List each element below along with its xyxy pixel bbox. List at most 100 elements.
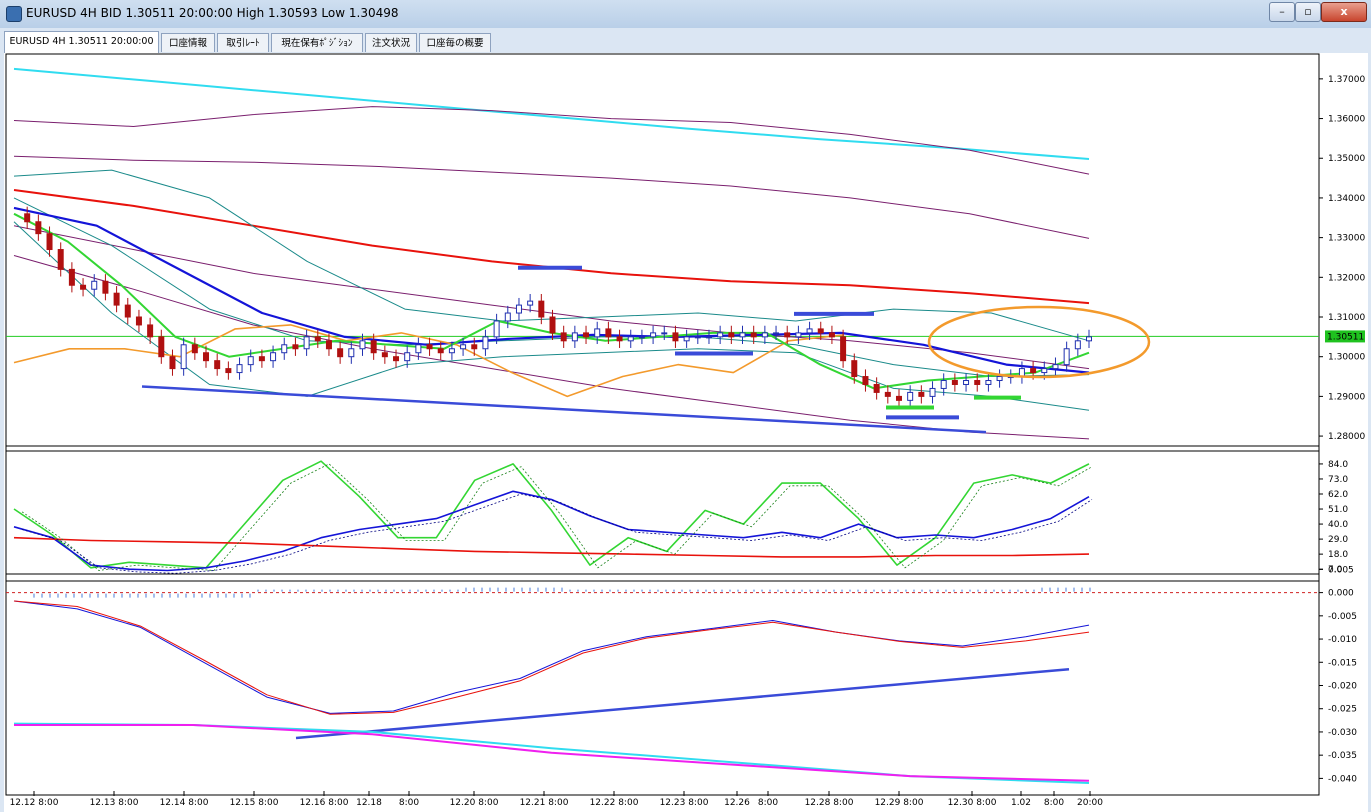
osc-tick-label: 29.0: [1328, 535, 1348, 545]
candle-body: [616, 336, 623, 342]
chart-area[interactable]: 1.37000 1.36000 1.35000 1.34000 1.33000 1.320…: [4, 53, 1368, 812]
macd-tick-label: -0.030: [1328, 728, 1357, 738]
price-tick-label: 1.34000: [1328, 194, 1365, 204]
app-icon: [6, 6, 22, 22]
candle-body: [1030, 368, 1037, 374]
close-icon[interactable]: x: [1321, 2, 1367, 22]
macd-series-macd_blue_trend: [295, 667, 1070, 740]
x-tick-label: 12.16 8:00: [300, 798, 349, 808]
tab-open-positions[interactable]: 現在保有ﾎﾟｼﾞｼｮﾝ: [271, 33, 363, 52]
price-series-purple_mid_lo: [13, 225, 1090, 370]
candle-body: [705, 336, 712, 339]
candle-body: [873, 383, 880, 393]
candle-body: [1052, 364, 1059, 370]
x-tick-label: 12.13 8:00: [90, 798, 139, 808]
price-series-red_ma: [13, 189, 1090, 305]
tab-account-info[interactable]: 口座情報: [161, 33, 215, 52]
price-tick-label: 1.37000: [1328, 75, 1365, 85]
candle-body: [292, 344, 299, 350]
candle-body: [393, 356, 400, 362]
candle-body: [180, 344, 187, 370]
macd-tick-label: -0.015: [1328, 658, 1357, 668]
candle-body: [527, 300, 534, 306]
candle-body: [147, 324, 154, 338]
price-tick-label: 1.31000: [1328, 313, 1365, 323]
price-series-purple_mid_hi: [13, 155, 1090, 239]
x-tick-label: 12.29 8:00: [875, 798, 924, 808]
minimize-icon[interactable]: –: [1269, 2, 1295, 22]
panel-frame-2: [5, 573, 1320, 796]
candle-body: [549, 316, 556, 334]
candle-body: [91, 280, 98, 290]
window-title: EURUSD 4H BID 1.30511 20:00:00 High 1.30…: [26, 6, 399, 20]
x-tick-label: 8:00: [1044, 798, 1064, 808]
candle-body: [638, 336, 645, 339]
candle-body: [68, 268, 75, 286]
candle-body: [750, 332, 757, 338]
x-tick-label: 12.18: [356, 798, 382, 808]
candle-body: [907, 391, 914, 401]
candle-body: [270, 352, 277, 362]
macd-tick-label: 0.000: [1328, 589, 1354, 599]
candle-body: [247, 356, 254, 366]
price-series-cyan_trend: [13, 67, 1090, 160]
x-tick-label: 20:00: [1077, 798, 1103, 808]
candle-body: [951, 380, 958, 385]
candle-body: [437, 348, 444, 354]
candle-body: [24, 213, 31, 223]
osc-tick-label: 73.0: [1328, 475, 1348, 485]
candle-body: [169, 356, 176, 370]
candle-body: [493, 320, 500, 338]
candle-body: [985, 380, 992, 385]
chart-svg[interactable]: 1.37000 1.36000 1.35000 1.34000 1.33000 1.320…: [4, 53, 1368, 812]
candle-body: [135, 316, 142, 326]
candle-body: [191, 344, 198, 354]
price-tick-label: 1.28000: [1328, 432, 1365, 442]
candle-body: [773, 332, 780, 335]
candle-body: [974, 380, 981, 385]
candle-body: [225, 368, 232, 374]
candle-body: [728, 332, 735, 338]
price-series-blue_trend_lo: [141, 385, 987, 434]
candle-body: [884, 391, 891, 397]
candle-body: [538, 300, 545, 318]
candle-body: [717, 332, 724, 338]
x-tick-label: 12.23 8:00: [660, 798, 709, 808]
window-titlebar: EURUSD 4H BID 1.30511 20:00:00 High 1.30…: [0, 0, 1371, 28]
candle-body: [158, 336, 165, 358]
x-tick-label: 12.21 8:00: [520, 798, 569, 808]
macd-tick-label: -0.040: [1328, 774, 1357, 784]
candle-body: [895, 395, 902, 401]
current-price-label: 1.30511: [1327, 332, 1364, 342]
macd-tick-label: 0.005: [1328, 565, 1354, 575]
candle-body: [381, 352, 388, 358]
candle-body: [415, 344, 422, 354]
price-series-teal_band_hi: [13, 169, 1090, 342]
tab-eurusd-chart[interactable]: EURUSD 4H 1.30511 20:00:00: [4, 31, 159, 53]
candle-body: [571, 332, 578, 342]
tab-order-status[interactable]: 注文状況: [365, 33, 417, 52]
candle-body: [314, 336, 321, 342]
x-tick-label: 12.15 8:00: [230, 798, 279, 808]
candle-body: [650, 332, 657, 338]
x-tick-label: 12.30 8:00: [948, 798, 997, 808]
candle-body: [124, 304, 131, 318]
x-tick-label: 12.14 8:00: [160, 798, 209, 808]
price-tick-label: 1.30000: [1328, 353, 1365, 363]
candle-body: [940, 380, 947, 389]
tab-trade-rate[interactable]: 取引ﾚｰﾄ: [217, 33, 269, 52]
candle-body: [102, 280, 109, 294]
osc-tick-label: 62.0: [1328, 490, 1348, 500]
candle-body: [828, 332, 835, 338]
restore-icon[interactable]: ▫: [1295, 2, 1321, 22]
candle-body: [370, 340, 377, 354]
candle-body: [605, 328, 612, 338]
x-tick-label: 8:00: [399, 798, 419, 808]
tab-account-summary[interactable]: 口座毎の概要: [419, 33, 491, 52]
x-tick-label: 12.28 8:00: [805, 798, 854, 808]
macd-tick-label: -0.025: [1328, 705, 1357, 715]
oscillator-signal-blue_osc: [21, 493, 1093, 574]
candle-body: [817, 328, 824, 334]
panel-frame-0: [5, 53, 1320, 452]
price-tick-label: 1.32000: [1328, 273, 1365, 283]
